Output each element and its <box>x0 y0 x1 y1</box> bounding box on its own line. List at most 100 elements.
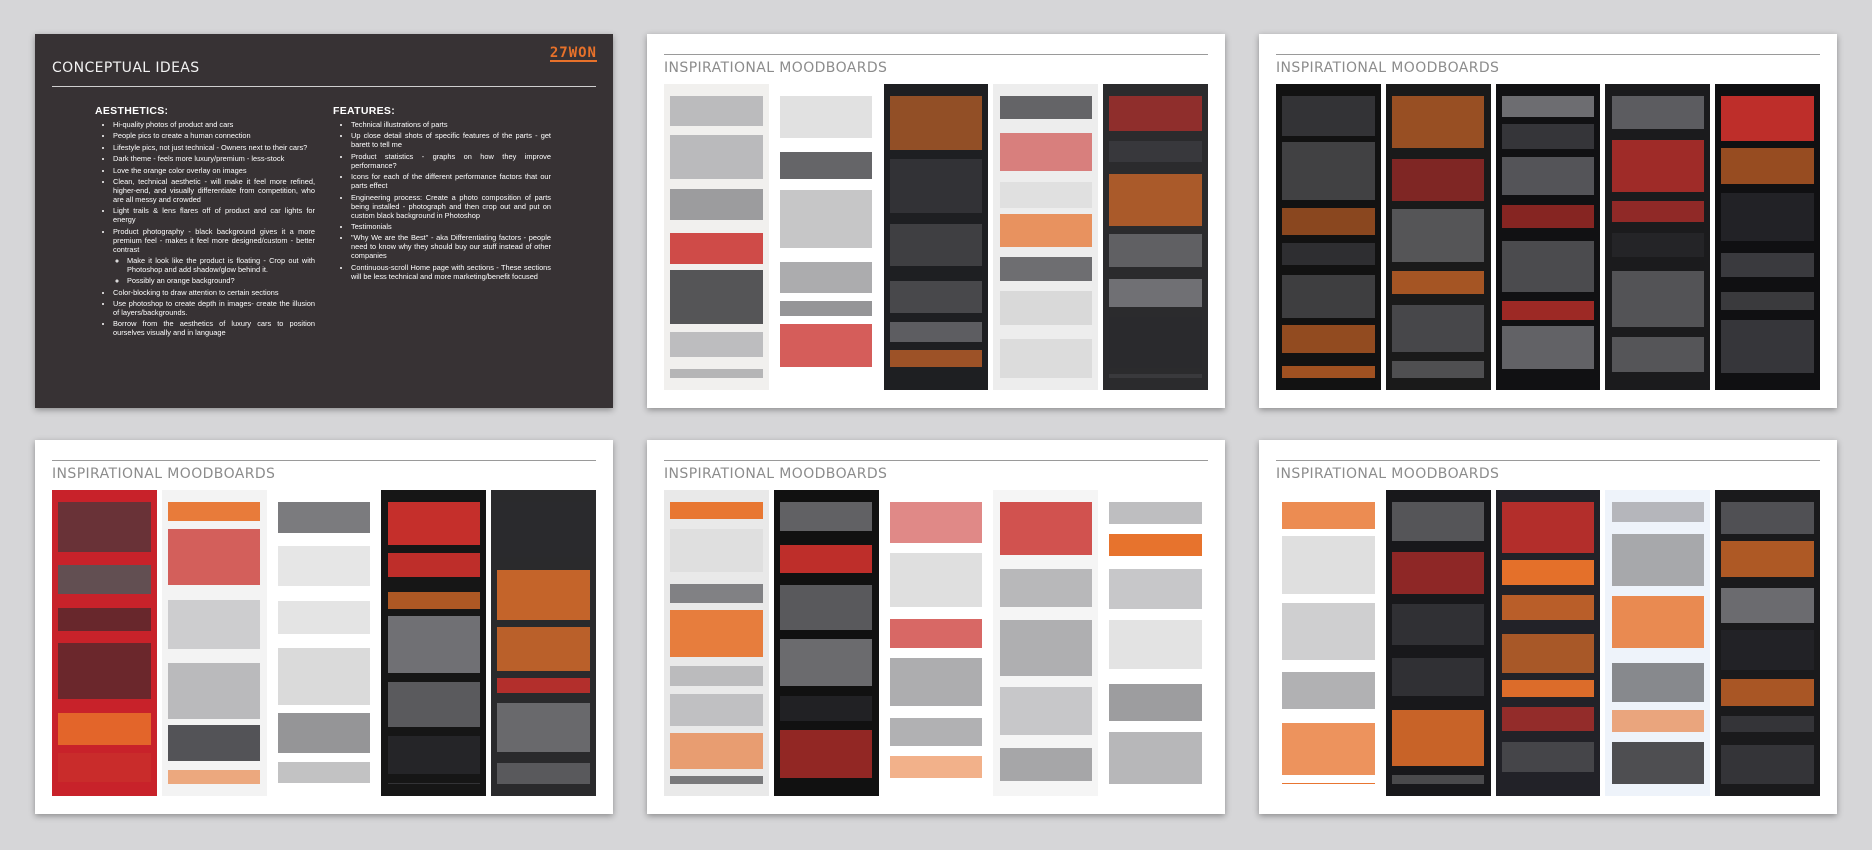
moodboard-tile <box>1109 683 1202 722</box>
moodboard-tile <box>1392 657 1485 696</box>
moodboard-image[interactable] <box>1103 84 1208 390</box>
moodboard-tile <box>1611 502 1704 523</box>
moodboard-image[interactable] <box>1605 490 1711 796</box>
moodboard-image[interactable] <box>1276 490 1381 796</box>
moodboard-image[interactable] <box>773 490 879 796</box>
moodboard-image[interactable] <box>1276 84 1381 390</box>
moodboard-image[interactable] <box>1495 84 1601 390</box>
moodboard-image[interactable] <box>1715 84 1820 390</box>
moodboard-tile <box>497 762 590 784</box>
list-item: Color-blocking to draw attention to cert… <box>113 288 315 297</box>
list-item: Lifestyle pics, not just technical - Own… <box>113 143 315 152</box>
moodboard-tile <box>1109 731 1202 784</box>
moodboard-tile <box>999 502 1092 556</box>
moodboard-tile <box>670 733 763 770</box>
list-item-text: Product photography - black background g… <box>113 226 315 254</box>
moodboard-image[interactable] <box>1103 490 1208 796</box>
moodboard-tile <box>999 620 1092 676</box>
moodboard-tile <box>780 261 873 294</box>
moodboard-tile <box>1611 233 1704 258</box>
moodboard-tile <box>277 600 371 634</box>
moodboard-image[interactable] <box>271 490 377 796</box>
moodboard-tile <box>780 189 873 248</box>
features-column: FEATURES: Technical illustrations of par… <box>333 106 551 283</box>
moodboard-image[interactable] <box>664 84 769 390</box>
moodboard-tile <box>999 747 1092 782</box>
moodboard-image[interactable] <box>52 490 157 796</box>
features-list: Technical illustrations of parts Up clos… <box>333 120 551 281</box>
moodboard-image[interactable] <box>161 490 267 796</box>
moodboard-tile <box>1282 274 1375 318</box>
moodboard-tile <box>1611 200 1704 223</box>
moodboard-tile <box>58 752 151 782</box>
moodboard-tile <box>168 662 261 719</box>
moodboard-image[interactable] <box>883 490 989 796</box>
moodboard-panels <box>664 490 1208 796</box>
moodboard-tile <box>670 233 763 264</box>
moodboard-tile <box>670 502 763 520</box>
moodboard-tile <box>497 703 590 753</box>
moodboard-image[interactable] <box>993 84 1099 390</box>
moodboard-image[interactable] <box>1605 84 1711 390</box>
moodboard-image[interactable] <box>993 490 1099 796</box>
moodboard-slide-4[interactable]: INSPIRATIONAL MOODBOARDS <box>647 440 1225 814</box>
moodboard-tile <box>999 214 1092 248</box>
moodboard-tile <box>58 564 151 594</box>
moodboard-tile <box>1282 782 1375 784</box>
moodboard-tile <box>1501 559 1595 586</box>
moodboard-tile <box>1721 192 1814 241</box>
moodboard-image[interactable] <box>491 490 596 796</box>
slide-title: INSPIRATIONAL MOODBOARDS <box>664 466 888 482</box>
moodboard-slide-1[interactable]: INSPIRATIONAL MOODBOARDS <box>647 34 1225 408</box>
moodboard-tile <box>1392 271 1485 294</box>
sub-list: Make it look like the product is floatin… <box>113 256 315 285</box>
moodboard-image[interactable] <box>664 490 769 796</box>
moodboard-tile <box>1501 157 1595 195</box>
list-item: Use photoshop to create depth in images-… <box>113 299 315 317</box>
title-divider <box>664 54 1208 55</box>
moodboard-tile <box>58 502 151 552</box>
moodboard-image[interactable] <box>883 84 989 390</box>
moodboard-tile <box>1282 325 1375 353</box>
moodboard-tile <box>1282 602 1375 661</box>
moodboard-tile <box>1109 96 1202 131</box>
moodboard-tile <box>780 151 873 180</box>
moodboard-tile <box>1109 278 1202 307</box>
list-item: Up close detail shots of specific featur… <box>351 131 551 149</box>
moodboard-image[interactable] <box>1385 490 1491 796</box>
moodboard-tile <box>58 643 151 699</box>
moodboard-tile <box>1501 123 1595 150</box>
moodboard-slide-2[interactable]: INSPIRATIONAL MOODBOARDS <box>1259 34 1837 408</box>
moodboard-tile <box>889 321 983 342</box>
moodboard-tile <box>780 584 873 631</box>
list-item: Testimonials <box>351 222 551 231</box>
moodboard-panels <box>1276 490 1820 796</box>
moodboard-image[interactable] <box>1385 84 1491 390</box>
conceptual-ideas-slide[interactable]: CONCEPTUAL IDEAS 27WON AESTHETICS: Hi-qu… <box>35 34 613 408</box>
moodboard-tile <box>1392 305 1485 353</box>
moodboard-image[interactable] <box>1715 490 1820 796</box>
moodboard-tile <box>1501 595 1595 621</box>
moodboard-tile <box>889 717 983 747</box>
moodboard-tile <box>277 502 371 533</box>
moodboard-tile <box>168 725 261 762</box>
moodboard-slide-5[interactable]: INSPIRATIONAL MOODBOARDS <box>1259 440 1837 814</box>
moodboard-tile <box>1611 336 1704 373</box>
moodboard-image[interactable] <box>773 84 879 390</box>
moodboard-tile <box>670 96 763 126</box>
moodboard-tile <box>1501 204 1595 229</box>
moodboard-tile <box>1611 533 1704 586</box>
moodboard-image[interactable] <box>381 490 487 796</box>
moodboard-tile <box>1392 603 1485 645</box>
moodboard-slide-3[interactable]: INSPIRATIONAL MOODBOARDS <box>35 440 613 814</box>
sub-list-item: Possibly an orange background? <box>127 276 315 285</box>
moodboard-tile <box>1392 502 1485 542</box>
list-item: Borrow from the aesthetics of luxury car… <box>113 319 315 337</box>
moodboard-tile <box>1282 722 1375 775</box>
moodboard-tile <box>670 584 763 603</box>
moodboard-tile <box>670 610 763 657</box>
aesthetics-list: Hi-quality photos of product and cars Pe… <box>95 120 315 337</box>
moodboard-tile <box>1109 173 1202 227</box>
list-item: Dark theme - feels more luxury/premium -… <box>113 154 315 163</box>
moodboard-image[interactable] <box>1495 490 1601 796</box>
